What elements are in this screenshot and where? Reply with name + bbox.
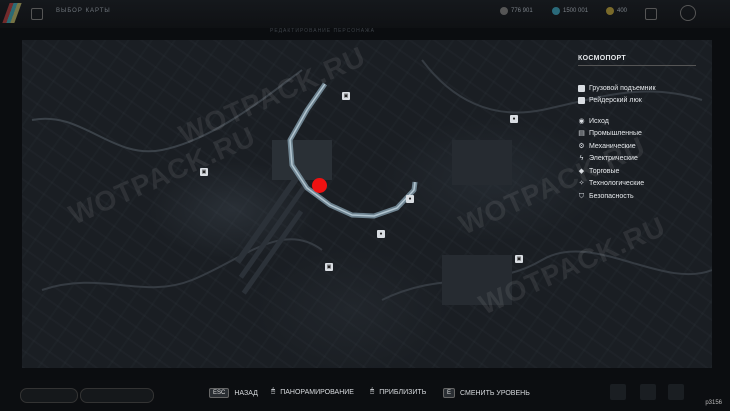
legend-item[interactable]: ⚙ Механические <box>578 140 696 153</box>
screen-title: ВЫБОР КАРТЫ <box>56 8 111 14</box>
blurred-toggle-left[interactable] <box>20 388 78 403</box>
screen-subtitle: РЕДАКТИРОВАНИЕ ПЕРСОНАЖА <box>270 28 375 34</box>
cargo-lift-poi-icon[interactable]: ▣ <box>342 92 350 100</box>
legend-title: КОСМОПОРТ <box>578 55 696 66</box>
credits-icon <box>500 7 508 15</box>
gold-icon <box>606 7 614 15</box>
trade-icon: ◆ <box>578 167 585 175</box>
bolt-icon: ϟ <box>579 155 584 163</box>
menu-icon[interactable] <box>31 8 43 20</box>
top-bar: ВЫБОР КАРТЫ 776 901 1500 001 400 <box>0 0 730 28</box>
location-marker <box>312 178 327 193</box>
legend-item[interactable]: ▤ Промышленные <box>578 128 696 141</box>
nav-button[interactable] <box>668 384 684 400</box>
blurred-toggle-right[interactable] <box>80 388 154 403</box>
nav-button[interactable] <box>610 384 626 400</box>
points-icon <box>552 7 560 15</box>
cargo-lift-poi-icon[interactable]: ▣ <box>515 255 523 263</box>
cargo-lift-poi-icon[interactable]: ▣ <box>200 168 208 176</box>
legend-item[interactable]: ◉ Исход <box>578 115 696 128</box>
currency-gold: 400 <box>606 7 627 15</box>
back-hint[interactable]: ESC НАЗАД <box>209 388 258 398</box>
currency-credits: 776 901 <box>500 7 533 15</box>
legend-item[interactable]: ϟ Электрические <box>578 153 696 166</box>
legend-item[interactable]: ◆ Торговые <box>578 165 696 178</box>
esc-key: ESC <box>209 388 230 398</box>
currency-points: 1500 001 <box>552 7 588 15</box>
elevator-icon <box>578 84 585 92</box>
legend-item[interactable]: ✧ Технологические <box>578 178 696 191</box>
notifications-icon[interactable] <box>645 8 657 20</box>
gear-icon: ⚙ <box>578 142 585 150</box>
mouse-wheel-icon: 🖱 <box>370 388 375 395</box>
shield-icon: ⛉ <box>578 192 585 200</box>
legend-item[interactable]: ⛉ Безопасность <box>578 190 696 203</box>
map-legend: КОСМОПОРТ Грузовой подъемник Рейдерский … <box>578 55 696 203</box>
industrial-icon: ▤ <box>578 130 585 138</box>
raider-hatch-poi-icon[interactable]: ● <box>406 195 414 203</box>
eye-icon: ◉ <box>578 117 585 125</box>
hatch-icon <box>578 97 585 105</box>
image-id: p3156 <box>705 400 722 406</box>
profile-icon[interactable] <box>680 5 696 21</box>
change-level-hint[interactable]: E СМЕНИТЬ УРОВЕНЬ <box>443 388 530 398</box>
legend-item[interactable]: Рейдерский люк <box>578 95 696 108</box>
tech-icon: ✧ <box>578 180 585 188</box>
zoom-hint[interactable]: 🖱 ПРИБЛИЗИТЬ <box>370 388 426 396</box>
nav-button[interactable] <box>640 384 656 400</box>
color-stripe-logo <box>2 3 22 23</box>
legend-item[interactable]: Грузовой подъемник <box>578 82 696 95</box>
mouse-icon: 🖱 <box>271 388 276 395</box>
raider-hatch-poi-icon[interactable]: ● <box>510 115 518 123</box>
cargo-lift-poi-icon[interactable]: ▣ <box>325 263 333 271</box>
e-key: E <box>443 388 456 398</box>
raider-hatch-poi-icon[interactable]: ● <box>377 230 385 238</box>
pan-hint[interactable]: 🖱 ПАНОРАМИРОВАНИЕ <box>271 388 354 396</box>
